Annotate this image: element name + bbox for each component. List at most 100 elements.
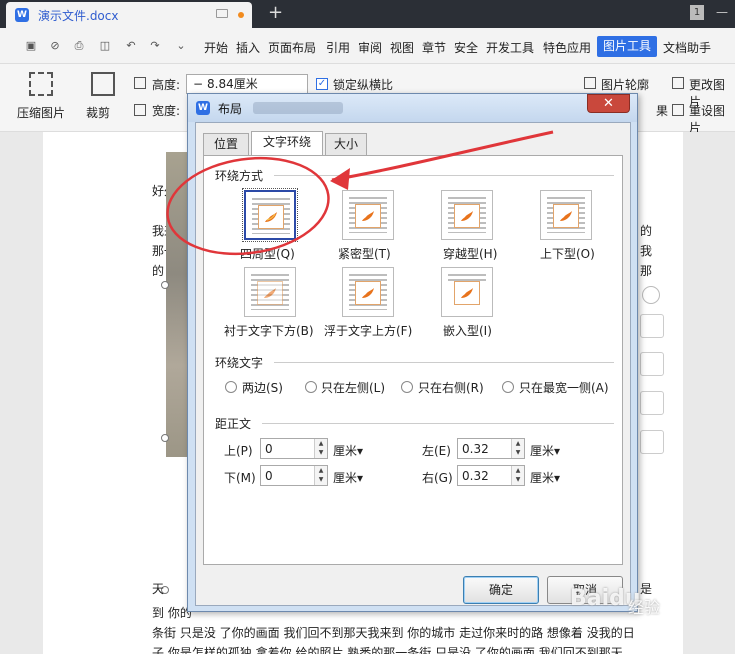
largest-side-radio[interactable] <box>502 381 514 393</box>
dialog-title-bar[interactable]: W 布局 ✕ <box>188 94 637 122</box>
left-only-label[interactable]: 只在左侧(L) <box>321 379 385 396</box>
crop-icon[interactable] <box>91 72 115 96</box>
height-input[interactable]: −8.84厘米 <box>186 74 308 94</box>
wps-writer-icon: W <box>15 8 29 22</box>
doc-line: 的 <box>640 224 653 238</box>
print-icon[interactable]: ⎙ <box>72 40 86 52</box>
tab-position[interactable]: 位置 <box>203 133 249 155</box>
image-outline-button[interactable]: 图片轮廓 <box>601 76 649 93</box>
tab-size[interactable]: 大小 <box>325 133 367 155</box>
wrap-inline-label[interactable]: 嵌入型(I) <box>443 322 492 339</box>
chevron-down-icon[interactable]: ⌄ <box>174 40 188 52</box>
menu-item-chapter[interactable]: 章节 <box>422 39 446 56</box>
doc-line: 那 <box>640 264 653 278</box>
menu-item-doc-assistant[interactable]: 文档助手 <box>663 39 711 56</box>
right-only-radio[interactable] <box>401 381 413 393</box>
wps-writer-icon: W <box>196 101 210 115</box>
right-distance-stepper[interactable]: 0.32 ▲ ▼ <box>457 465 525 486</box>
menu-item-developer[interactable]: 开发工具 <box>486 39 534 56</box>
zoom-out-icon[interactable] <box>642 286 660 304</box>
top-distance-stepper[interactable]: 0 ▲ ▼ <box>260 438 328 459</box>
wrap-through-label[interactable]: 穿越型(H) <box>443 245 497 262</box>
reset-image-button[interactable]: 重设图片 <box>689 102 735 136</box>
format-painter-icon[interactable]: ⊘ <box>48 40 62 52</box>
effects-button[interactable]: 果 <box>656 102 668 119</box>
width-icon <box>134 104 146 116</box>
resize-handle[interactable] <box>161 434 169 442</box>
wrap-tight-option[interactable] <box>342 190 394 240</box>
preview-icon[interactable]: ◫ <box>98 40 112 52</box>
save-icon[interactable]: ▣ <box>24 40 38 52</box>
crop-button[interactable]: 裁剪 <box>86 104 110 121</box>
new-tab-plus-icon[interactable]: + <box>268 2 283 23</box>
right-distance-label: 右(G) <box>422 471 453 485</box>
both-sides-radio[interactable] <box>225 381 237 393</box>
layout-options-icon[interactable] <box>640 314 664 338</box>
document-tab[interactable]: W 演示文件.docx <box>6 2 252 28</box>
doc-line: 子 你是怎样的孤独 拿着你 给的照片 熟悉的那一条街 只是没 了你的画面 我们回… <box>152 646 623 654</box>
wrap-in-front-label[interactable]: 浮于文字上方(F) <box>324 322 412 339</box>
wrap-tight-label[interactable]: 紧密型(T) <box>338 245 391 262</box>
bottom-distance-unit[interactable]: 厘米▾ <box>333 469 363 486</box>
height-value: 8.84厘米 <box>207 77 258 91</box>
menu-item-page-layout[interactable]: 页面布局 <box>268 39 316 56</box>
monitor-icon[interactable] <box>216 9 228 18</box>
zoom-in-icon[interactable] <box>640 352 664 376</box>
bottom-distance-stepper[interactable]: 0 ▲ ▼ <box>260 465 328 486</box>
distance-section-title: 距正文 <box>215 417 252 431</box>
menu-item-start[interactable]: 开始 <box>204 39 228 56</box>
stepper-arrows-icon[interactable]: ▲ ▼ <box>511 466 524 485</box>
right-only-label[interactable]: 只在右侧(R) <box>418 379 484 396</box>
menu-item-security[interactable]: 安全 <box>454 39 478 56</box>
compress-image-icon[interactable] <box>29 72 53 96</box>
resize-handle[interactable] <box>161 281 169 289</box>
wrap-square-label[interactable]: 四周型(Q) <box>240 245 295 262</box>
doc-line: 到 你的 <box>152 606 192 620</box>
wrap-behind-text-option[interactable] <box>244 267 296 317</box>
menu-item-references[interactable]: 引用 <box>326 39 350 56</box>
wrap-through-option[interactable] <box>441 190 493 240</box>
document-tab-title: 演示文件.docx <box>38 9 119 23</box>
left-distance-unit[interactable]: 厘米▾ <box>530 442 560 459</box>
redo-icon[interactable]: ↷ <box>148 40 162 52</box>
right-distance-unit[interactable]: 厘米▾ <box>530 469 560 486</box>
left-only-radio[interactable] <box>305 381 317 393</box>
title-bar: W 演示文件.docx + 1 — <box>0 0 735 28</box>
both-sides-label[interactable]: 两边(S) <box>242 379 283 396</box>
close-button[interactable]: ✕ <box>587 94 630 113</box>
crop-quick-icon[interactable] <box>640 391 664 415</box>
wrap-top-bottom-label[interactable]: 上下型(O) <box>540 245 595 262</box>
stepper-arrows-icon[interactable]: ▲ ▼ <box>511 439 524 458</box>
ok-button[interactable]: 确定 <box>463 576 539 604</box>
change-image-icon <box>672 77 684 89</box>
image-effect-icon[interactable] <box>640 430 664 454</box>
stepper-arrows-icon[interactable]: ▲ ▼ <box>314 466 327 485</box>
minimize-icon[interactable]: — <box>716 5 728 19</box>
image-placeholder-icon <box>461 288 473 298</box>
lock-ratio-checkbox[interactable]: ✓ <box>316 78 328 90</box>
wrap-in-front-option[interactable] <box>342 267 394 317</box>
wrap-behind-text-label[interactable]: 衬于文字下方(B) <box>224 322 314 339</box>
wrap-inline-option[interactable] <box>441 267 493 317</box>
menu-bar: ▣ ⊘ ⎙ ◫ ↶ ↷ ⌄ 开始 插入 页面布局 引用 审阅 视图 章节 安全 … <box>0 28 735 64</box>
menu-item-review[interactable]: 审阅 <box>358 39 382 56</box>
window-count-badge[interactable]: 1 <box>690 5 704 20</box>
left-distance-stepper[interactable]: 0.32 ▲ ▼ <box>457 438 525 459</box>
dialog-body: 位置 文字环绕 大小 环绕方式 四周型(Q) 紧密型(T) 穿越型(H) 上下型… <box>195 122 631 606</box>
largest-side-label[interactable]: 只在最宽一侧(A) <box>519 379 609 396</box>
tab-text-wrapping[interactable]: 文字环绕 <box>251 131 323 156</box>
menu-item-view[interactable]: 视图 <box>390 39 414 56</box>
top-distance-unit[interactable]: 厘米▾ <box>333 442 363 459</box>
menu-item-picture-tools[interactable]: 图片工具 <box>597 36 657 57</box>
compress-image-button[interactable]: 压缩图片 <box>17 104 65 121</box>
left-distance-label: 左(E) <box>422 444 451 458</box>
wrap-top-bottom-option[interactable] <box>540 190 592 240</box>
undo-icon[interactable]: ↶ <box>124 40 138 52</box>
stepper-arrows-icon[interactable]: ▲ ▼ <box>314 439 327 458</box>
wrap-square-option[interactable] <box>242 188 298 242</box>
watermark-site: 经验 <box>628 598 661 617</box>
width-label: 宽度: <box>152 104 181 118</box>
minus-icon[interactable]: − <box>193 75 207 93</box>
menu-item-features[interactable]: 特色应用 <box>543 39 591 56</box>
menu-item-insert[interactable]: 插入 <box>236 39 260 56</box>
